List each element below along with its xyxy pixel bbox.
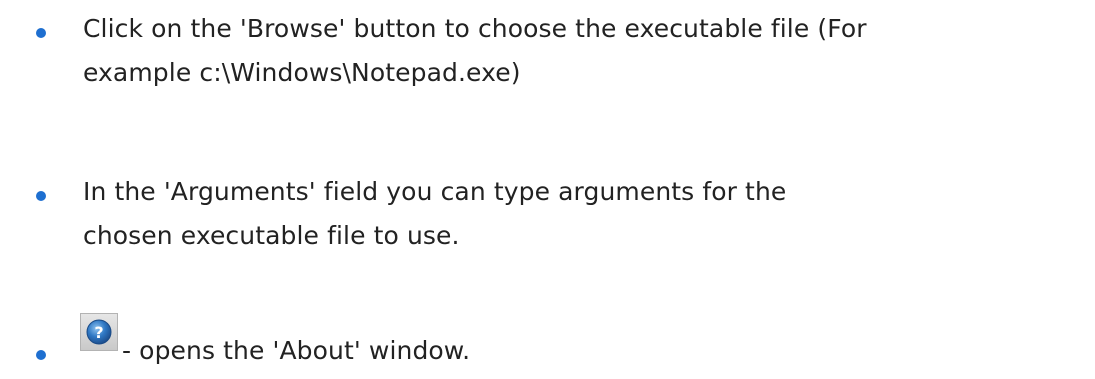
help-icon: ? [80,313,118,351]
bullet-dot [36,191,46,201]
list-item-text: Click on the 'Browse' button to choose t… [83,7,1083,95]
list-item-text: In the 'Arguments' field you can type ar… [83,170,1083,258]
about-description: - opens the 'About' window. [122,336,471,365]
text-line: chosen executable file to use. [83,221,460,250]
svg-text:?: ? [94,323,103,342]
text-line: Click on the 'Browse' button to choose t… [83,14,867,43]
bullet-dot [36,28,46,38]
bullet-dot [36,350,46,360]
text-line: In the 'Arguments' field you can type ar… [83,177,787,206]
text-line: example c:\Windows\Notepad.exe) [83,58,521,87]
bullet-list: Click on the 'Browse' button to choose t… [0,0,1095,379]
